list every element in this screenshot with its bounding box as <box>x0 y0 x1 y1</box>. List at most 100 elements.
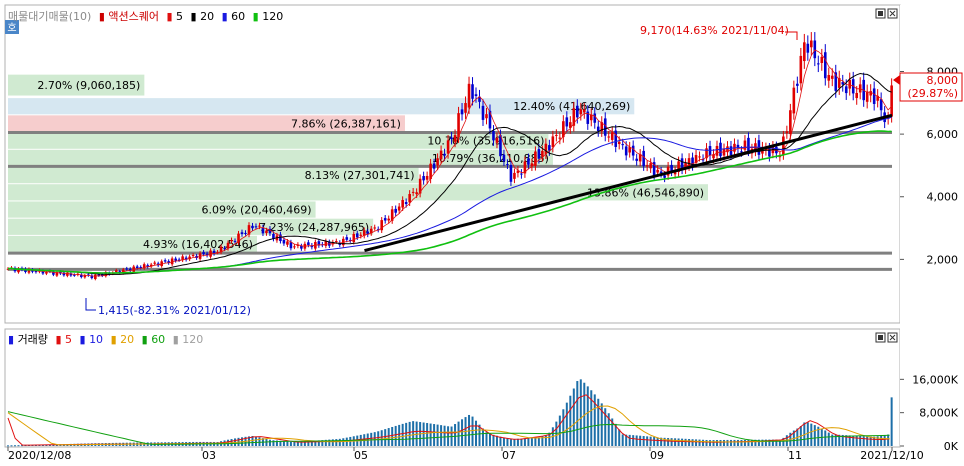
price-tick-label: 4,000 <box>927 191 959 204</box>
candle <box>352 233 356 243</box>
volume-bar <box>513 439 516 446</box>
candle <box>254 226 258 228</box>
volume-bar <box>890 397 893 446</box>
volume-bar <box>705 439 708 446</box>
ma120-legend: 120 <box>262 10 283 23</box>
volume-bar <box>628 434 631 446</box>
volume-bar <box>859 436 862 446</box>
volume-bar <box>391 426 394 446</box>
candle <box>582 109 586 113</box>
volume-bar <box>712 440 715 446</box>
candle <box>66 272 69 276</box>
volume-bar <box>457 421 460 446</box>
volume-bar <box>688 439 691 446</box>
candle <box>373 227 377 229</box>
volume-profile-label: 4.93% (16,402,546) <box>143 238 253 251</box>
candle <box>286 241 289 245</box>
candle <box>806 43 810 53</box>
candle <box>848 79 852 89</box>
volume-bar <box>338 438 341 446</box>
volume-bar <box>702 439 705 446</box>
volume-tick-label: 0K <box>944 440 959 453</box>
volume-bar <box>527 438 530 446</box>
volume-bar <box>726 439 729 446</box>
candle <box>820 56 824 64</box>
volume-bar <box>558 415 561 446</box>
candle <box>813 40 817 59</box>
candle <box>135 266 139 269</box>
candle <box>747 137 750 151</box>
candle <box>125 268 129 270</box>
volume-bar <box>670 438 673 446</box>
volume-bar <box>398 424 401 446</box>
candle <box>621 144 625 146</box>
vol-ma60-legend: 60 <box>151 333 165 346</box>
volume-bar <box>813 425 816 446</box>
volume-bar <box>674 438 677 446</box>
candle <box>233 240 237 242</box>
volume-bar <box>258 437 261 446</box>
volume-bar <box>716 440 719 446</box>
candle <box>397 206 401 211</box>
candle <box>422 176 425 181</box>
candle <box>527 158 530 165</box>
candle <box>576 105 579 118</box>
volume-profile-label: 7.86% (26,387,161) <box>291 117 401 130</box>
volume-bar <box>408 421 411 446</box>
volume-bar <box>579 379 582 446</box>
volume-profile-label: 2.70% (9,060,185) <box>37 79 140 92</box>
date-tick-label: 07 <box>502 449 516 462</box>
candle <box>474 94 478 96</box>
volume-bar <box>719 439 722 446</box>
low-annotation: 1,415(-82.31% 2021/01/12) <box>98 304 251 317</box>
volume-tick-label: 16,000K <box>912 373 958 386</box>
candle <box>631 145 635 156</box>
volume-profile-legend: 매물대기매물(10) <box>8 10 91 23</box>
candle <box>617 141 621 145</box>
candle <box>558 137 562 139</box>
volume-bar <box>454 424 457 446</box>
candle <box>645 165 649 167</box>
volume-bar <box>485 432 488 446</box>
volume-bar <box>289 441 292 446</box>
volume-bar <box>335 439 338 446</box>
volume-bar <box>810 423 813 446</box>
candle <box>251 225 254 229</box>
volume-bar <box>740 439 743 446</box>
volume-bar <box>576 381 579 446</box>
volume-bar <box>384 429 387 446</box>
candle <box>432 163 436 169</box>
volume-bar <box>642 436 645 446</box>
volume-bar <box>649 436 652 446</box>
volume-bar <box>743 439 746 446</box>
candle <box>715 145 719 156</box>
candle <box>163 260 167 262</box>
vol-ma5-legend: 5 <box>65 333 72 346</box>
volume-bar <box>572 388 575 446</box>
candle <box>300 246 303 249</box>
candle <box>785 131 789 134</box>
volume-bar <box>10 445 13 447</box>
candle <box>446 140 450 154</box>
candle <box>509 164 513 182</box>
candle <box>541 150 544 157</box>
candle <box>289 242 293 249</box>
candle <box>520 173 523 175</box>
candle <box>663 175 666 178</box>
candle <box>401 200 404 208</box>
price-tick-label: 2,000 <box>927 253 959 266</box>
candle <box>827 75 831 81</box>
volume-bar <box>254 436 257 446</box>
candle <box>404 202 408 205</box>
volume-bar <box>827 432 830 446</box>
price-legend: 매물대기매물(10) ▮ 액션스퀘어 ▮ 5 ▮ 20 ▮ 60 ▮ 120 <box>8 10 283 23</box>
volume-bar <box>488 433 491 446</box>
volume-bar <box>866 436 869 446</box>
volume-bar <box>394 425 397 446</box>
candle <box>624 146 628 156</box>
candle <box>782 136 785 155</box>
volume-bar <box>495 435 498 446</box>
volume-bar <box>681 438 684 446</box>
volume-bar <box>709 440 712 446</box>
volume-bar <box>429 423 432 446</box>
